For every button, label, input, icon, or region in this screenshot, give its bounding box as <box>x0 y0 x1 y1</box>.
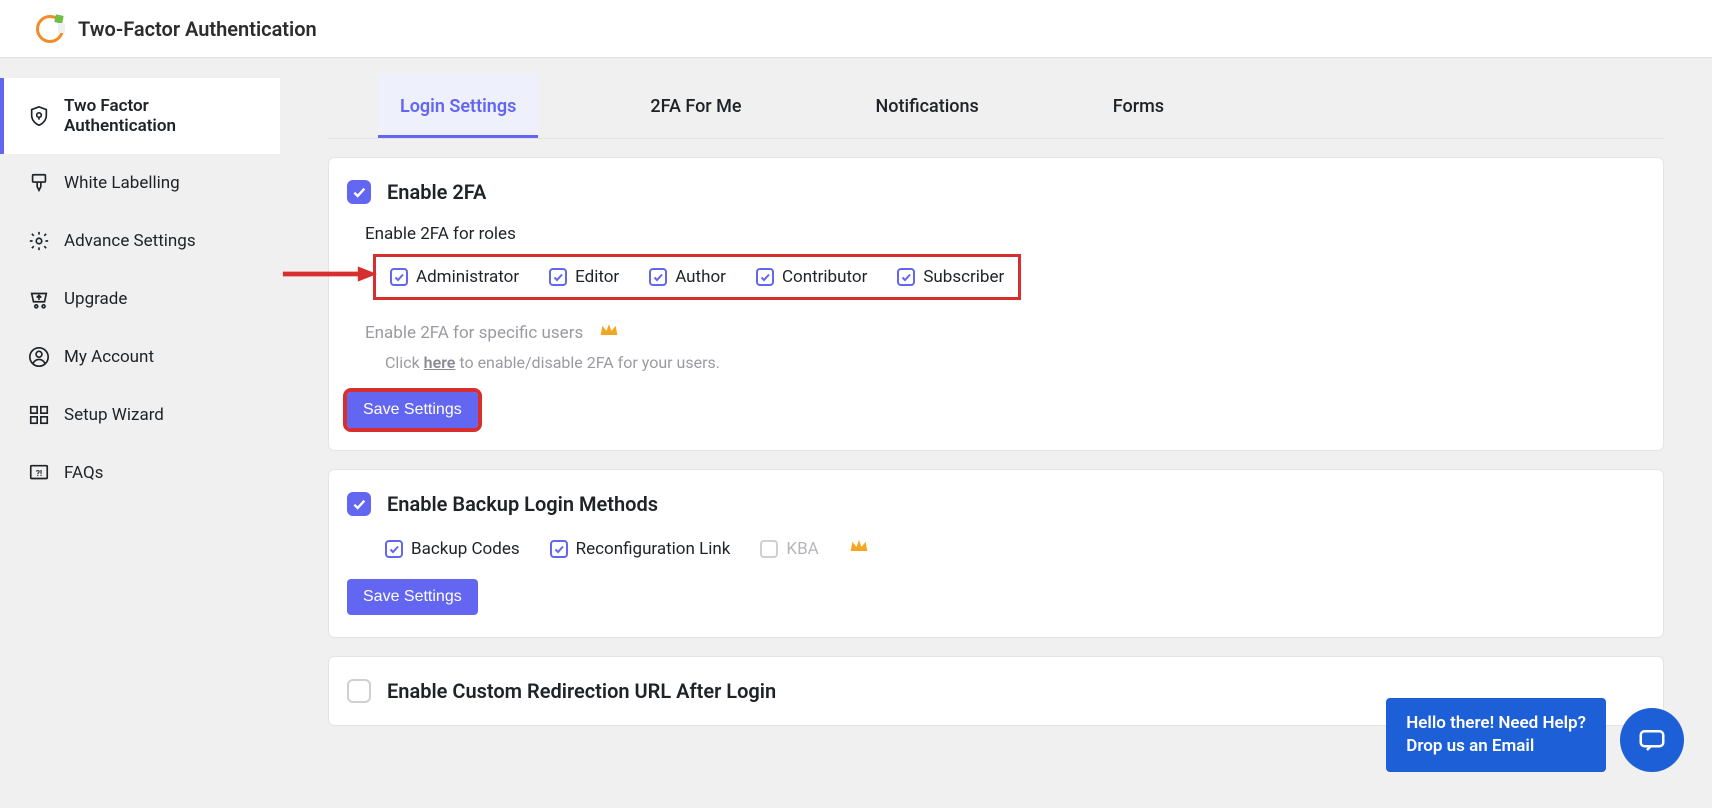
sidebar-item-label: My Account <box>64 347 154 367</box>
svg-text:?!: ?! <box>36 469 42 479</box>
backup-codes-checkbox[interactable] <box>385 540 403 558</box>
role-editor-checkbox[interactable] <box>549 268 567 286</box>
tab-2fa-for-me[interactable]: 2FA For Me <box>628 74 763 138</box>
enable-backup-title: Enable Backup Login Methods <box>387 492 658 516</box>
role-subscriber-checkbox[interactable] <box>897 268 915 286</box>
tabs: Login Settings 2FA For Me Notifications … <box>328 74 1664 139</box>
role-label: Editor <box>575 267 619 287</box>
sidebar-item-label: Setup Wizard <box>64 405 164 425</box>
help-bubble[interactable]: Hello there! Need Help? Drop us an Email <box>1386 698 1606 772</box>
reconfiguration-link-checkbox[interactable] <box>550 540 568 558</box>
enable-redirect-title: Enable Custom Redirection URL After Logi… <box>387 679 776 703</box>
main-content: Login Settings 2FA For Me Notifications … <box>280 58 1712 808</box>
save-settings-button[interactable]: Save Settings <box>347 579 478 615</box>
role-administrator-checkbox[interactable] <box>390 268 408 286</box>
sidebar-item-label: FAQs <box>64 463 103 483</box>
enable-2fa-roles-label: Enable 2FA for roles <box>365 224 1645 244</box>
save-settings-button[interactable]: Save Settings <box>347 392 478 428</box>
top-bar: Two-Factor Authentication <box>0 0 1712 58</box>
enable-2fa-card: Enable 2FA Enable 2FA for roles Administ… <box>328 157 1664 451</box>
user-icon <box>28 346 50 368</box>
gear-icon <box>28 230 50 252</box>
enable-2fa-checkbox[interactable] <box>347 180 371 204</box>
page-title: Two-Factor Authentication <box>78 17 317 41</box>
enable-2fa-title: Enable 2FA <box>387 180 486 204</box>
cart-icon <box>28 288 50 310</box>
tab-login-settings[interactable]: Login Settings <box>378 74 538 138</box>
sidebar-item-label: White Labelling <box>64 173 180 193</box>
help-fab-button[interactable] <box>1620 708 1684 772</box>
sidebar-item-faqs[interactable]: ?! FAQs <box>0 444 280 502</box>
role-label: Contributor <box>782 267 867 287</box>
specific-users-row: Enable 2FA for specific users <box>365 322 1645 343</box>
role-author-checkbox[interactable] <box>649 268 667 286</box>
role-label: Subscriber <box>923 267 1004 287</box>
shield-icon <box>28 105 50 127</box>
sidebar-item-label: Advance Settings <box>64 231 196 251</box>
crown-icon <box>849 538 869 559</box>
role-label: Author <box>675 267 726 287</box>
roles-highlight-box: Administrator Editor Author <box>373 254 1021 300</box>
grid-icon <box>28 404 50 426</box>
brand-logo-icon <box>36 15 64 43</box>
sidebar-item-label: Upgrade <box>64 289 127 309</box>
sidebar-item-label: Two Factor Authentication <box>64 96 252 136</box>
sidebar-item-upgrade[interactable]: Upgrade <box>0 270 280 328</box>
faq-icon: ?! <box>28 462 50 484</box>
help-line1: Hello there! Need Help? <box>1406 712 1586 735</box>
crown-icon <box>599 322 619 343</box>
brush-icon <box>28 172 50 194</box>
here-link[interactable]: here <box>424 353 456 372</box>
annotation-arrow <box>281 264 377 284</box>
kba-label: KBA <box>786 539 818 559</box>
backup-login-card: Enable Backup Login Methods Backup Codes… <box>328 469 1664 638</box>
sidebar-item-white-labelling[interactable]: White Labelling <box>0 154 280 212</box>
backup-opt-label: Backup Codes <box>411 539 520 559</box>
enable-redirect-checkbox[interactable] <box>347 679 371 703</box>
specific-users-label: Enable 2FA for specific users <box>365 323 583 343</box>
role-label: Administrator <box>416 267 519 287</box>
sidebar: Two Factor Authentication White Labellin… <box>0 58 280 808</box>
tab-forms[interactable]: Forms <box>1091 74 1186 138</box>
sidebar-item-two-factor[interactable]: Two Factor Authentication <box>0 78 280 154</box>
role-contributor-checkbox[interactable] <box>756 268 774 286</box>
help-line2: Drop us an Email <box>1406 735 1586 758</box>
sidebar-item-advance-settings[interactable]: Advance Settings <box>0 212 280 270</box>
specific-users-help: Click here to enable/disable 2FA for you… <box>385 353 1645 372</box>
enable-backup-checkbox[interactable] <box>347 492 371 516</box>
sidebar-item-setup-wizard[interactable]: Setup Wizard <box>0 386 280 444</box>
backup-opt-label: Reconfiguration Link <box>576 539 731 559</box>
kba-checkbox <box>760 540 778 558</box>
sidebar-item-my-account[interactable]: My Account <box>0 328 280 386</box>
chat-icon <box>1637 725 1667 755</box>
tab-notifications[interactable]: Notifications <box>854 74 1001 138</box>
